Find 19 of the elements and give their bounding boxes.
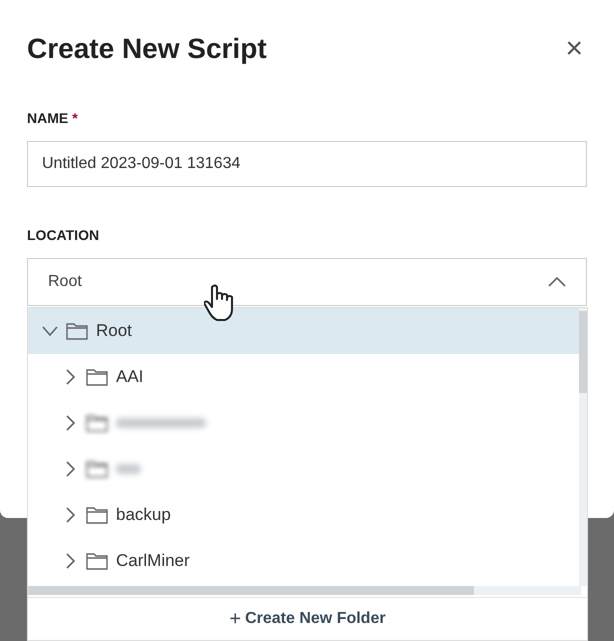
folder-icon bbox=[86, 414, 108, 432]
folder-icon bbox=[86, 368, 108, 386]
vertical-scrollbar[interactable] bbox=[579, 308, 587, 586]
required-mark: * bbox=[72, 109, 78, 128]
folder-icon bbox=[86, 506, 108, 524]
folder-icon bbox=[86, 460, 108, 478]
create-folder-button[interactable]: + Create New Folder bbox=[28, 597, 587, 640]
folder-icon bbox=[66, 322, 88, 340]
folder-icon bbox=[86, 552, 108, 570]
location-dropdown[interactable]: Root bbox=[27, 258, 587, 306]
horizontal-scrollbar[interactable] bbox=[28, 586, 581, 595]
dialog-title: Create New Script bbox=[27, 32, 267, 66]
field-label: NAME bbox=[27, 109, 68, 128]
field-label: LOCATION bbox=[27, 226, 100, 245]
tree-item[interactable]: CarlMiner bbox=[28, 538, 587, 584]
name-input[interactable]: Untitled 2023-09-01 131634 bbox=[27, 141, 587, 187]
tree-item[interactable]: backup bbox=[28, 492, 587, 538]
close-button[interactable]: × bbox=[565, 34, 583, 64]
tree-item[interactable]: AAI bbox=[28, 354, 587, 400]
